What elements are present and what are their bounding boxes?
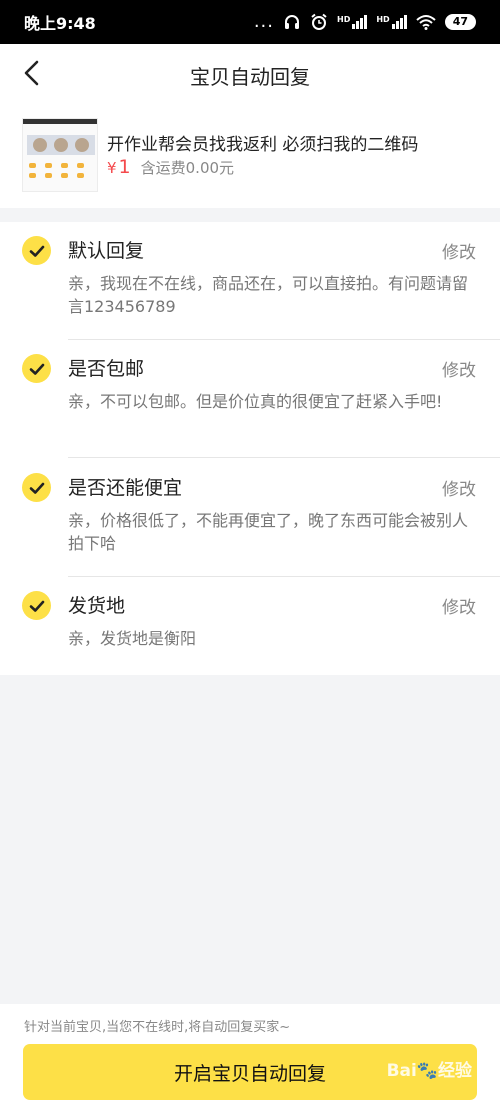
- page-title: 宝贝自动回复: [190, 65, 310, 89]
- checkmark-icon[interactable]: [22, 591, 51, 620]
- signal-icon-2: HD: [376, 15, 407, 29]
- status-time: 晚上9:48: [24, 14, 96, 33]
- auto-reply-hint: 针对当前宝贝,当您不在线时,将自动回复买家~: [24, 1020, 291, 1035]
- edit-link[interactable]: 修改: [442, 475, 476, 500]
- reply-list: 默认回复 修改 亲，我现在不在线，商品还在，可以直接拍。有问题请留言123456…: [0, 222, 500, 675]
- bottom-panel: 针对当前宝贝,当您不在线时,将自动回复买家~ 开启宝贝自动回复 Bai🐾经验: [0, 1004, 500, 1111]
- list-item: 发货地 修改 亲，发货地是衡阳: [0, 577, 500, 675]
- alarm-icon: [311, 13, 327, 30]
- reply-body: 亲，发货地是衡阳: [68, 629, 197, 648]
- checkmark-icon[interactable]: [22, 473, 51, 502]
- status-bar: 晚上9:48 ... HD HD 47: [0, 0, 500, 44]
- price-value: 1: [118, 156, 131, 178]
- edit-link[interactable]: 修改: [442, 238, 476, 263]
- status-icons: ... HD HD 47: [254, 13, 476, 31]
- edit-link[interactable]: 修改: [442, 593, 476, 618]
- navigation-bar: 宝贝自动回复: [0, 44, 500, 104]
- divider: [68, 457, 500, 458]
- product-price-row: ¥ 1 含运费0.00元: [107, 156, 234, 178]
- wifi-icon: [416, 15, 436, 30]
- checkmark-icon[interactable]: [22, 236, 51, 265]
- checkmark-icon[interactable]: [22, 354, 51, 383]
- reply-title: 是否还能便宜: [68, 477, 183, 499]
- reply-body: 亲，我现在不在线，商品还在，可以直接拍。有问题请留言123456789: [68, 274, 469, 316]
- product-card[interactable]: 开作业帮会员找我返利 必须扫我的二维码 ¥ 1 含运费0.00元: [0, 104, 500, 208]
- signal-icon: HD: [337, 15, 368, 29]
- watermark-logo: Bai🐾经验: [386, 1061, 472, 1081]
- status-dots: ...: [253, 11, 274, 32]
- hd-label-1: HD: [337, 15, 351, 24]
- reply-title: 是否包邮: [68, 358, 145, 380]
- product-title: 开作业帮会员找我返利 必须扫我的二维码: [107, 135, 419, 155]
- reply-body: 亲，价格很低了，不能再便宜了，晚了东西可能会被别人拍下哈: [68, 511, 469, 553]
- list-item: 是否包邮 修改 亲，不可以包邮。但是价位真的很便宜了赶紧入手吧!: [0, 340, 500, 458]
- product-thumbnail: [22, 118, 98, 192]
- shipping-fee: 含运费0.00元: [140, 159, 235, 177]
- reply-title: 发货地: [68, 595, 126, 617]
- list-item: 是否还能便宜 修改 亲，价格很低了，不能再便宜了，晚了东西可能会被别人拍下哈: [0, 459, 500, 577]
- battery-icon: 47: [444, 14, 476, 30]
- price-currency: ¥: [107, 159, 117, 177]
- list-item: 默认回复 修改 亲，我现在不在线，商品还在，可以直接拍。有问题请留言123456…: [0, 222, 500, 340]
- hd-label-2: HD: [376, 15, 390, 24]
- headset-icon: [285, 15, 299, 29]
- reply-title: 默认回复: [68, 240, 145, 262]
- edit-link[interactable]: 修改: [442, 356, 476, 381]
- reply-body: 亲，不可以包邮。但是价位真的很便宜了赶紧入手吧!: [68, 392, 443, 411]
